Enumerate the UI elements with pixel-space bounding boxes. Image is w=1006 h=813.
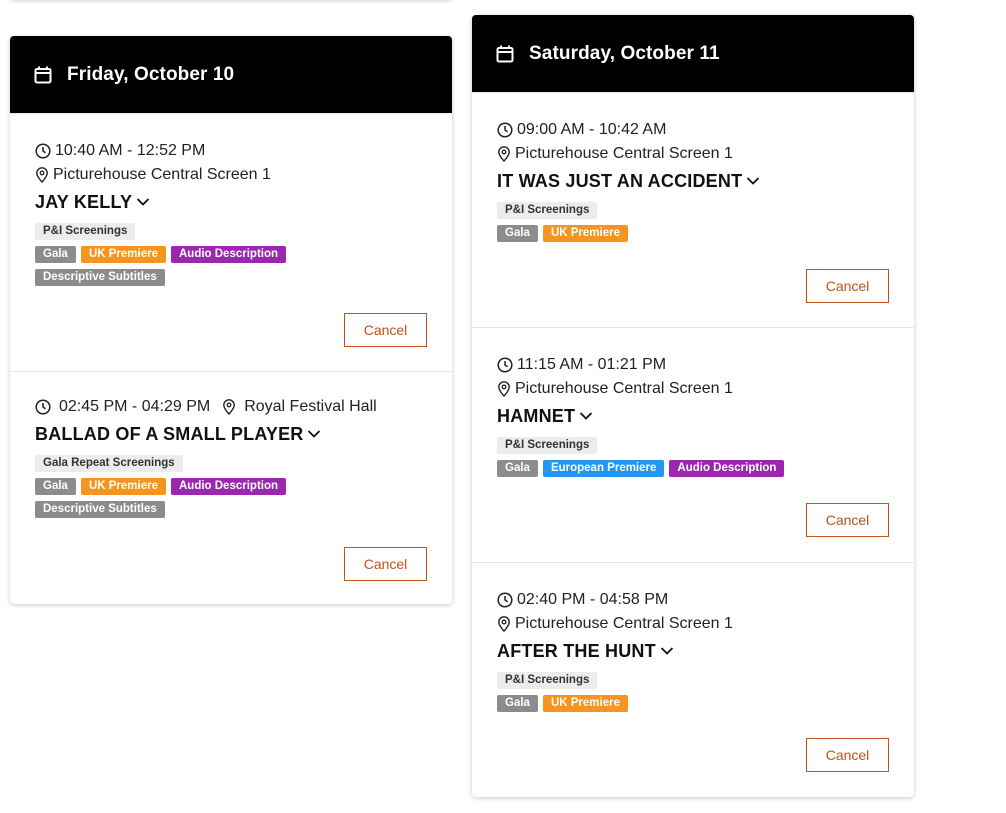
cancel-button[interactable]: Cancel <box>806 503 889 537</box>
location-pin-icon <box>498 616 510 632</box>
tag-gala: Gala <box>497 695 538 712</box>
event-title: HAMNET <box>497 405 576 426</box>
location-pin-icon <box>36 167 48 183</box>
location-pin-icon <box>223 399 236 415</box>
day-card-friday: Friday, October 10 10:40 AM - 12:52 PM P… <box>10 36 452 604</box>
event-time: 11:15 AM - 01:21 PM <box>497 353 889 377</box>
tag-uk-premiere: UK Premiere <box>80 246 166 263</box>
tag-uk-premiere: UK Premiere <box>80 478 166 495</box>
chevron-down-icon <box>580 412 593 420</box>
event-tags: P&I Screenings Gala UK Premiere Audio De… <box>35 223 427 292</box>
chevron-down-icon <box>137 198 150 206</box>
event-title-toggle[interactable]: IT WAS JUST AN ACCIDENT <box>497 167 889 195</box>
event-tags: Gala Repeat Screenings Gala UK Premiere … <box>35 455 427 524</box>
category-tag: P&I Screenings <box>35 223 136 240</box>
calendar-icon <box>496 45 514 63</box>
category-tag: P&I Screenings <box>497 202 598 219</box>
tag-european-premiere: European Premiere <box>542 460 665 477</box>
event-time: 09:00 AM - 10:42 AM <box>497 118 889 142</box>
event-title-toggle[interactable]: JAY KELLY <box>35 188 427 216</box>
category-tag: P&I Screenings <box>497 437 598 454</box>
location-pin-icon <box>498 381 510 397</box>
event-item: 10:40 AM - 12:52 PM Picturehouse Central… <box>10 113 452 371</box>
chevron-down-icon <box>660 647 673 655</box>
event-time-venue: 02:45 PM - 04:29 PM Royal Festival Hall <box>35 395 427 419</box>
event-title-toggle[interactable]: AFTER THE HUNT <box>497 637 889 665</box>
cancel-button[interactable]: Cancel <box>344 313 427 347</box>
event-time: 02:40 PM - 04:58 PM <box>497 588 889 612</box>
event-venue: Picturehouse Central Screen 1 <box>497 142 889 166</box>
chevron-down-icon <box>308 430 321 438</box>
event-item: 09:00 AM - 10:42 AM Picturehouse Central… <box>472 92 914 327</box>
event-time: 02:45 PM - 04:29 PM <box>35 398 210 416</box>
event-title: AFTER THE HUNT <box>497 640 656 661</box>
tag-descriptive-subtitles: Descriptive Subtitles <box>35 501 165 518</box>
clock-icon <box>497 592 513 608</box>
event-tags: P&I Screenings Gala UK Premiere <box>497 202 889 248</box>
day-title: Friday, October 10 <box>67 63 235 85</box>
event-venue: Picturehouse Central Screen 1 <box>497 612 889 636</box>
cancel-button[interactable]: Cancel <box>806 738 889 772</box>
event-tags: P&I Screenings Gala European Premiere Au… <box>497 437 889 483</box>
event-venue: Picturehouse Central Screen 1 <box>497 377 889 401</box>
location-pin-icon <box>498 146 510 162</box>
clock-icon <box>35 399 51 415</box>
event-tags: P&I Screenings Gala UK Premiere <box>497 672 889 718</box>
day-header: Saturday, October 11 <box>472 15 914 92</box>
event-title: IT WAS JUST AN ACCIDENT <box>497 170 743 191</box>
clock-icon <box>35 143 51 159</box>
event-title-toggle[interactable]: HAMNET <box>497 402 889 430</box>
day-card-saturday: Saturday, October 11 09:00 AM - 10:42 AM… <box>472 15 914 797</box>
event-title: BALLAD OF A SMALL PLAYER <box>35 423 304 444</box>
tag-descriptive-subtitles: Descriptive Subtitles <box>35 269 165 286</box>
tag-audio-description: Audio Description <box>669 460 785 477</box>
day-title: Saturday, October 11 <box>529 42 720 64</box>
clock-icon <box>497 122 513 138</box>
calendar-icon <box>34 66 52 84</box>
event-title-toggle[interactable]: BALLAD OF A SMALL PLAYER <box>35 420 427 448</box>
event-item: 11:15 AM - 01:21 PM Picturehouse Central… <box>472 327 914 562</box>
tag-audio-description: Audio Description <box>170 246 287 263</box>
tag-gala: Gala <box>35 246 76 263</box>
cancel-button[interactable]: Cancel <box>806 269 889 303</box>
tag-gala: Gala <box>35 478 76 495</box>
event-title: JAY KELLY <box>35 191 133 212</box>
tag-gala: Gala <box>497 460 538 477</box>
tag-uk-premiere: UK Premiere <box>542 695 628 712</box>
day-header: Friday, October 10 <box>10 36 452 113</box>
clock-icon <box>497 357 513 373</box>
tag-gala: Gala <box>497 225 538 242</box>
event-venue: Royal Festival Hall <box>222 398 377 416</box>
tag-audio-description: Audio Description <box>170 478 287 495</box>
category-tag: Gala Repeat Screenings <box>35 455 183 472</box>
chevron-down-icon <box>747 177 760 185</box>
event-item: 02:40 PM - 04:58 PM Picturehouse Central… <box>472 562 914 797</box>
cancel-button[interactable]: Cancel <box>344 547 427 581</box>
category-tag: P&I Screenings <box>497 672 598 689</box>
event-venue: Picturehouse Central Screen 1 <box>35 163 427 187</box>
event-item: 02:45 PM - 04:29 PM Royal Festival Hall … <box>10 371 452 604</box>
tag-uk-premiere: UK Premiere <box>542 225 628 242</box>
event-time: 10:40 AM - 12:52 PM <box>35 139 427 163</box>
